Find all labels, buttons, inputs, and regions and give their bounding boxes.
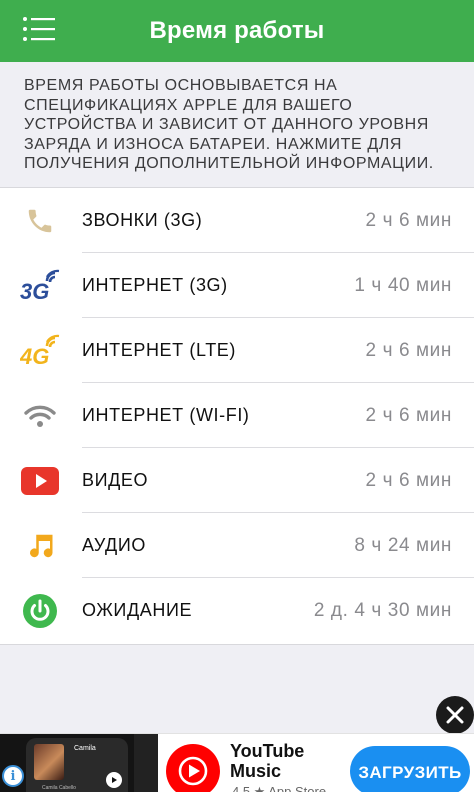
svg-text:3G: 3G bbox=[20, 279, 49, 303]
power-icon bbox=[20, 592, 60, 630]
usage-label: ИНТЕРНЕТ (WI-FI) bbox=[82, 405, 250, 425]
ad-thumbnail[interactable]: Camila Camila Cabello i bbox=[0, 734, 158, 792]
usage-value: 8 ч 24 мин bbox=[354, 535, 452, 556]
usage-row-internet-lte[interactable]: 4G ИНТЕРНЕТ (LTE) 2 ч 6 мин bbox=[0, 318, 474, 383]
usage-row-standby[interactable]: ОЖИДАНИЕ 2 д. 4 ч 30 мин bbox=[0, 578, 474, 643]
youtube-music-logo-icon bbox=[166, 744, 220, 792]
ad-info-icon[interactable]: i bbox=[2, 765, 24, 787]
usage-list: ЗВОНКИ (3G) 2 ч 6 мин 3G ИНТЕРНЕТ (3G) 1… bbox=[0, 188, 474, 645]
usage-row-calls[interactable]: ЗВОНКИ (3G) 2 ч 6 мин bbox=[0, 188, 474, 253]
usage-row-video[interactable]: ВИДЕО 2 ч 6 мин bbox=[0, 448, 474, 513]
page-title: Время работы bbox=[149, 17, 325, 44]
svg-text:4G: 4G bbox=[20, 344, 49, 368]
usage-label: ИНТЕРНЕТ (LTE) bbox=[82, 340, 237, 360]
app-header: Время работы bbox=[0, 0, 474, 62]
info-text: ВРЕМЯ РАБОТЫ ОСНОВЫВАЕТСЯ НА СПЕЦИФИКАЦИ… bbox=[24, 77, 434, 172]
hamburger-menu-icon bbox=[23, 17, 55, 41]
ad-phone-mockup: Camila Camila Cabello bbox=[26, 738, 128, 792]
usage-value: 1 ч 40 мин bbox=[354, 275, 452, 296]
usage-row-internet-wifi[interactable]: ИНТЕРНЕТ (WI-FI) 2 ч 6 мин bbox=[0, 383, 474, 448]
close-icon bbox=[446, 706, 464, 724]
usage-value: 2 ч 6 мин bbox=[365, 470, 452, 491]
info-banner[interactable]: ВРЕМЯ РАБОТЫ ОСНОВЫВАЕТСЯ НА СПЕЦИФИКАЦИ… bbox=[0, 62, 474, 188]
ad-album-art bbox=[34, 744, 64, 780]
phone-icon bbox=[20, 202, 60, 240]
usage-label: ВИДЕО bbox=[82, 470, 149, 490]
download-button[interactable]: ЗАГРУЗИТЬ bbox=[350, 746, 470, 792]
ad-app-name: YouTube Music bbox=[230, 741, 305, 781]
ad-song-title: Camila bbox=[74, 745, 96, 752]
3g-signal-icon: 3G bbox=[20, 267, 60, 305]
usage-row-internet-3g[interactable]: 3G ИНТЕРНЕТ (3G) 1 ч 40 мин bbox=[0, 253, 474, 318]
close-ad-button[interactable] bbox=[436, 696, 474, 734]
ad-banner[interactable]: Camila Camila Cabello i YouTube Music 4.… bbox=[0, 733, 474, 792]
play-icon bbox=[106, 772, 122, 788]
usage-label: ОЖИДАНИЕ bbox=[82, 600, 193, 620]
ad-artist-name: Camila Cabello bbox=[42, 785, 76, 791]
video-play-icon bbox=[20, 462, 60, 500]
usage-value: 2 ч 6 мин bbox=[365, 405, 452, 426]
usage-label: ЗВОНКИ (3G) bbox=[82, 210, 203, 230]
usage-row-audio[interactable]: АУДИО 8 ч 24 мин bbox=[0, 513, 474, 578]
usage-value: 2 д. 4 ч 30 мин bbox=[313, 600, 452, 621]
music-note-icon bbox=[20, 527, 60, 565]
usage-label: АУДИО bbox=[82, 535, 146, 555]
wifi-icon bbox=[20, 397, 60, 435]
ad-thumb-strip bbox=[134, 734, 158, 792]
usage-label: ИНТЕРНЕТ (3G) bbox=[82, 275, 228, 295]
4g-signal-icon: 4G bbox=[20, 332, 60, 370]
ad-rating: 4.5 ★ App Store bbox=[232, 784, 327, 792]
usage-value: 2 ч 6 мин bbox=[365, 210, 452, 231]
usage-value: 2 ч 6 мин bbox=[365, 340, 452, 361]
menu-button[interactable] bbox=[22, 14, 58, 44]
